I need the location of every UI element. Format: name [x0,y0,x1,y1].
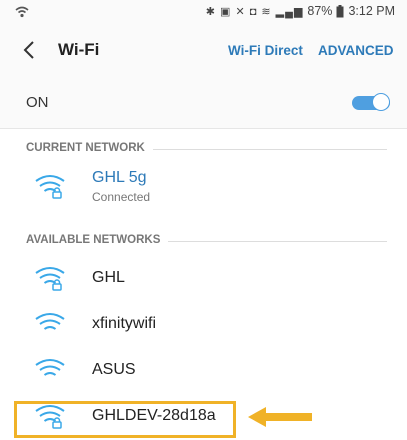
battery-percent: 87% [307,4,333,18]
section-title: AVAILABLE NETWORKS [26,234,169,246]
status-time: 3:12 PM [348,4,395,18]
wifi-direct-button[interactable]: Wi-Fi Direct [228,43,303,58]
network-name: ASUS [92,361,136,378]
network-name: GHL [92,269,125,286]
highlight-box [14,401,236,438]
available-networks-header: AVAILABLE NETWORKS [0,230,407,252]
current-network-header: CURRENT NETWORK [0,138,407,160]
network-item-ghl[interactable]: GHL [0,258,407,302]
network-status: Connected [92,190,151,204]
status-icons: ✱ ▣ ✕ ◘ ≋ ▂▄▆ 87% 3:12 PM [206,4,395,18]
wifi-icon [35,313,65,330]
wifi-status-icon [15,6,29,18]
app-header: Wi-Fi Wi-Fi Direct ADVANCED [0,24,407,79]
wifi-toggle-switch[interactable] [352,93,390,113]
network-name: xfinitywifi [92,315,157,332]
current-network-item[interactable]: GHL 5g Connected [0,166,407,210]
status-glyphs: ✱ ▣ ✕ ◘ ≋ ▂▄▆ [205,5,304,18]
toggle-knob [372,93,390,111]
wifi-icon [35,359,65,376]
chevron-left-icon[interactable] [18,38,42,62]
battery-icon [336,4,344,17]
network-item-asus[interactable]: ASUS [0,350,407,394]
wifi-toggle-row[interactable]: ON [0,78,407,129]
status-bar: ✱ ▣ ✕ ◘ ≋ ▂▄▆ 87% 3:12 PM [0,0,407,24]
arrow-left-icon [248,407,312,427]
wifi-locked-icon [35,267,65,291]
page-title: Wi-Fi [58,40,100,59]
advanced-button[interactable]: ADVANCED [318,43,394,58]
toggle-label: ON [26,94,49,111]
network-name: GHL 5g [92,169,147,186]
section-title: CURRENT NETWORK [26,142,153,154]
network-item-xfinitywifi[interactable]: xfinitywifi [0,304,407,348]
wifi-locked-icon [35,175,65,199]
